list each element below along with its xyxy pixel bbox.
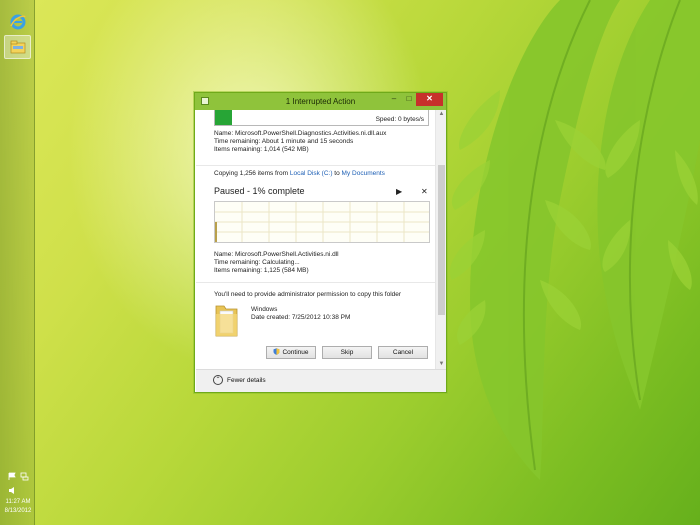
continue-label: Continue — [282, 349, 309, 356]
clock-time: 11:27 AM — [5, 499, 31, 505]
speed-graph-fill — [215, 110, 233, 125]
minimize-button[interactable]: – — [387, 93, 401, 106]
progress-grid — [215, 202, 429, 242]
first-items-remaining: Items remaining: 1,014 (542 MB) — [214, 146, 309, 153]
folder-name: Windows — [251, 306, 278, 313]
clock[interactable]: 11:27 AM 8/13/2012 — [2, 498, 34, 516]
clock-date: 8/13/2012 — [4, 508, 32, 514]
title-bar[interactable]: 1 Interrupted Action – □ ✕ — [195, 93, 446, 110]
close-button[interactable]: ✕ — [416, 93, 443, 106]
skip-button[interactable]: Skip — [322, 346, 372, 359]
second-items-remaining: Items remaining: 1,125 (584 MB) — [214, 267, 309, 274]
destination-link[interactable]: My Documents — [342, 170, 385, 177]
progress-fill — [215, 222, 218, 242]
details-footer: ⌃ Fewer details — [196, 369, 446, 392]
taskbar: 11:27 AM 8/13/2012 — [0, 0, 35, 525]
maximize-button[interactable]: □ — [402, 93, 416, 106]
continue-button[interactable]: Continue — [266, 346, 316, 359]
ie-icon[interactable] — [4, 10, 31, 34]
second-time-remaining: Time remaining: Calculating... — [214, 259, 300, 266]
scroll-down-icon[interactable]: ▼ — [436, 360, 447, 369]
fewer-details-link[interactable]: Fewer details — [227, 377, 266, 384]
section-divider — [196, 165, 435, 166]
cancel-copy-button[interactable]: ✕ — [421, 187, 428, 196]
cancel-button[interactable]: Cancel — [378, 346, 428, 359]
speed-label: Speed: 0 bytes/s — [375, 116, 424, 123]
collapse-chevron-icon[interactable]: ⌃ — [213, 375, 223, 385]
to-word: to — [332, 170, 342, 177]
permission-message: You'll need to provide administrator per… — [214, 291, 402, 298]
resume-button[interactable]: ▶ — [396, 187, 402, 196]
source-link[interactable]: Local Disk (C:) — [290, 170, 333, 177]
scroll-up-icon[interactable]: ▲ — [436, 110, 447, 119]
speaker-icon[interactable] — [8, 486, 17, 495]
folder-date: Date created: 7/25/2012 10:38 PM — [251, 314, 351, 321]
progress-graph — [214, 201, 430, 243]
scrollbar[interactable]: ▲ ▼ — [435, 110, 446, 369]
section-divider — [196, 282, 435, 283]
scroll-thumb[interactable] — [438, 165, 445, 315]
copy-dialog: 1 Interrupted Action – □ ✕ Speed: 0 byte… — [194, 92, 447, 393]
copying-prefix: Copying 1,256 items from — [214, 170, 290, 177]
network-icon[interactable] — [20, 472, 29, 481]
speed-graph: Speed: 0 bytes/s — [214, 110, 429, 126]
first-name: Name: Microsoft.PowerShell.Diagnostics.A… — [214, 130, 387, 137]
first-time-remaining: Time remaining: About 1 minute and 15 se… — [214, 138, 354, 145]
copy-status: Paused - 1% complete — [214, 186, 305, 196]
shield-icon — [273, 348, 280, 355]
flag-icon[interactable] — [8, 472, 17, 481]
file-explorer-icon[interactable] — [4, 35, 31, 59]
second-name: Name: Microsoft.PowerShell.Activities.ni… — [214, 251, 339, 258]
copying-summary: Copying 1,256 items from Local Disk (C:)… — [214, 170, 385, 177]
dialog-content: Speed: 0 bytes/s Name: Microsoft.PowerSh… — [196, 110, 435, 390]
folder-icon — [215, 302, 239, 338]
